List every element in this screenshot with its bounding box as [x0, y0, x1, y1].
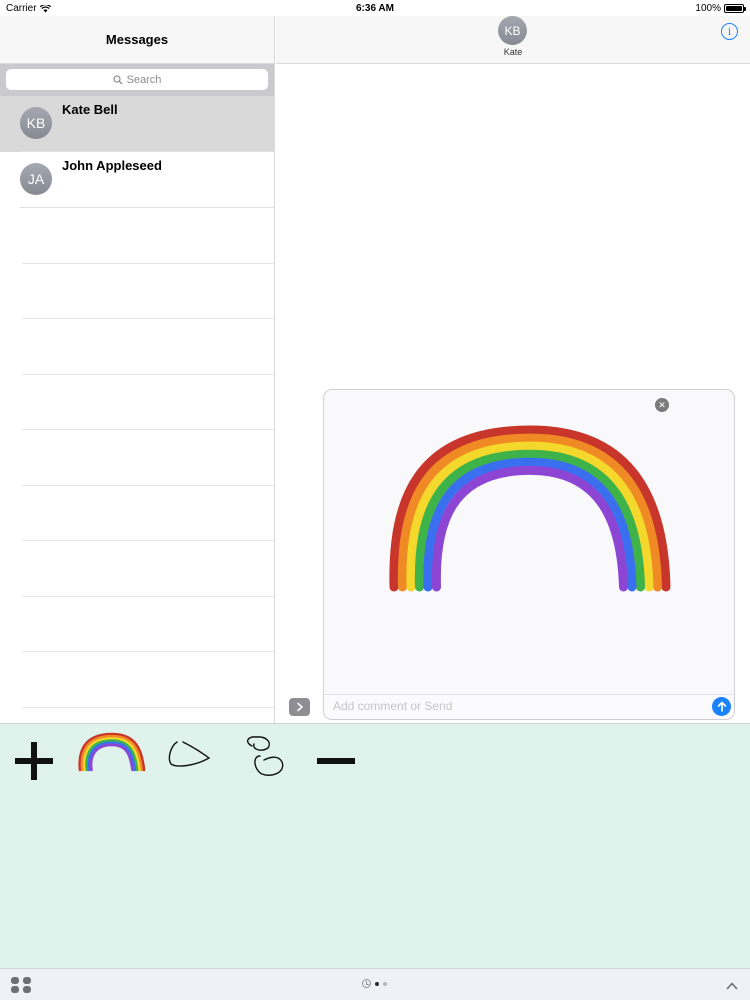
list-divider [22, 486, 274, 541]
battery-icon [724, 4, 746, 13]
expand-button[interactable] [289, 698, 310, 716]
chat-header: KB Kate i [276, 16, 750, 64]
avatar: JA [20, 163, 52, 195]
message-compose-card: ✕ [323, 389, 735, 720]
close-icon[interactable]: ✕ [655, 398, 669, 412]
list-divider [22, 375, 274, 430]
sticker-drawer [0, 723, 750, 968]
recipient-name[interactable]: Kate [276, 47, 750, 57]
search-input[interactable]: Search [6, 69, 268, 90]
list-divider [22, 652, 274, 708]
comment-field[interactable] [333, 699, 693, 713]
page-indicator [362, 979, 387, 988]
minus-sticker[interactable] [317, 758, 355, 764]
chevron-up-icon[interactable] [726, 980, 738, 992]
list-divider [22, 319, 274, 375]
rainbow-drawing [389, 425, 671, 592]
rainbow-sticker[interactable] [74, 730, 150, 778]
list-divider [22, 597, 274, 652]
search-bar: Search [0, 64, 274, 96]
loop-sticker[interactable] [238, 734, 290, 782]
comment-bar [324, 694, 734, 719]
list-divider [22, 264, 274, 319]
status-time: 6:36 AM [356, 3, 394, 14]
contact-name: John Appleseed [62, 158, 162, 173]
list-divider [22, 541, 274, 597]
recipient-avatar[interactable]: KB [498, 16, 527, 45]
conversation-item-john-appleseed[interactable]: JA John Appleseed [0, 152, 274, 208]
chevron-right-icon [296, 702, 303, 712]
search-icon [112, 74, 123, 84]
page-dot[interactable] [383, 981, 387, 986]
contact-name: Kate Bell [62, 102, 118, 117]
avatar: KB [20, 107, 52, 139]
battery-percent: 100% [695, 3, 721, 14]
sidebar-title: Messages [0, 16, 274, 64]
battery-indicator: 100% [695, 3, 746, 14]
conversation-list: Messages Search KB Kate Bell JA John App… [0, 16, 275, 723]
recent-icon[interactable] [362, 979, 371, 988]
list-divider [22, 708, 274, 724]
list-divider [22, 208, 274, 264]
list-divider [22, 430, 274, 486]
info-icon[interactable]: i [721, 23, 738, 40]
status-bar: Carrier 6:36 AM 100% [0, 0, 750, 16]
scribble-sticker[interactable] [165, 736, 215, 772]
page-dot-active[interactable] [375, 981, 379, 986]
send-button[interactable] [712, 697, 731, 716]
search-placeholder: Search [126, 73, 162, 86]
app-grid-icon[interactable] [11, 977, 31, 993]
arrow-up-icon [717, 701, 726, 712]
bottom-toolbar [0, 968, 750, 1000]
conversation-item-kate-bell[interactable]: KB Kate Bell [0, 96, 274, 152]
plus-sticker[interactable] [15, 742, 53, 780]
